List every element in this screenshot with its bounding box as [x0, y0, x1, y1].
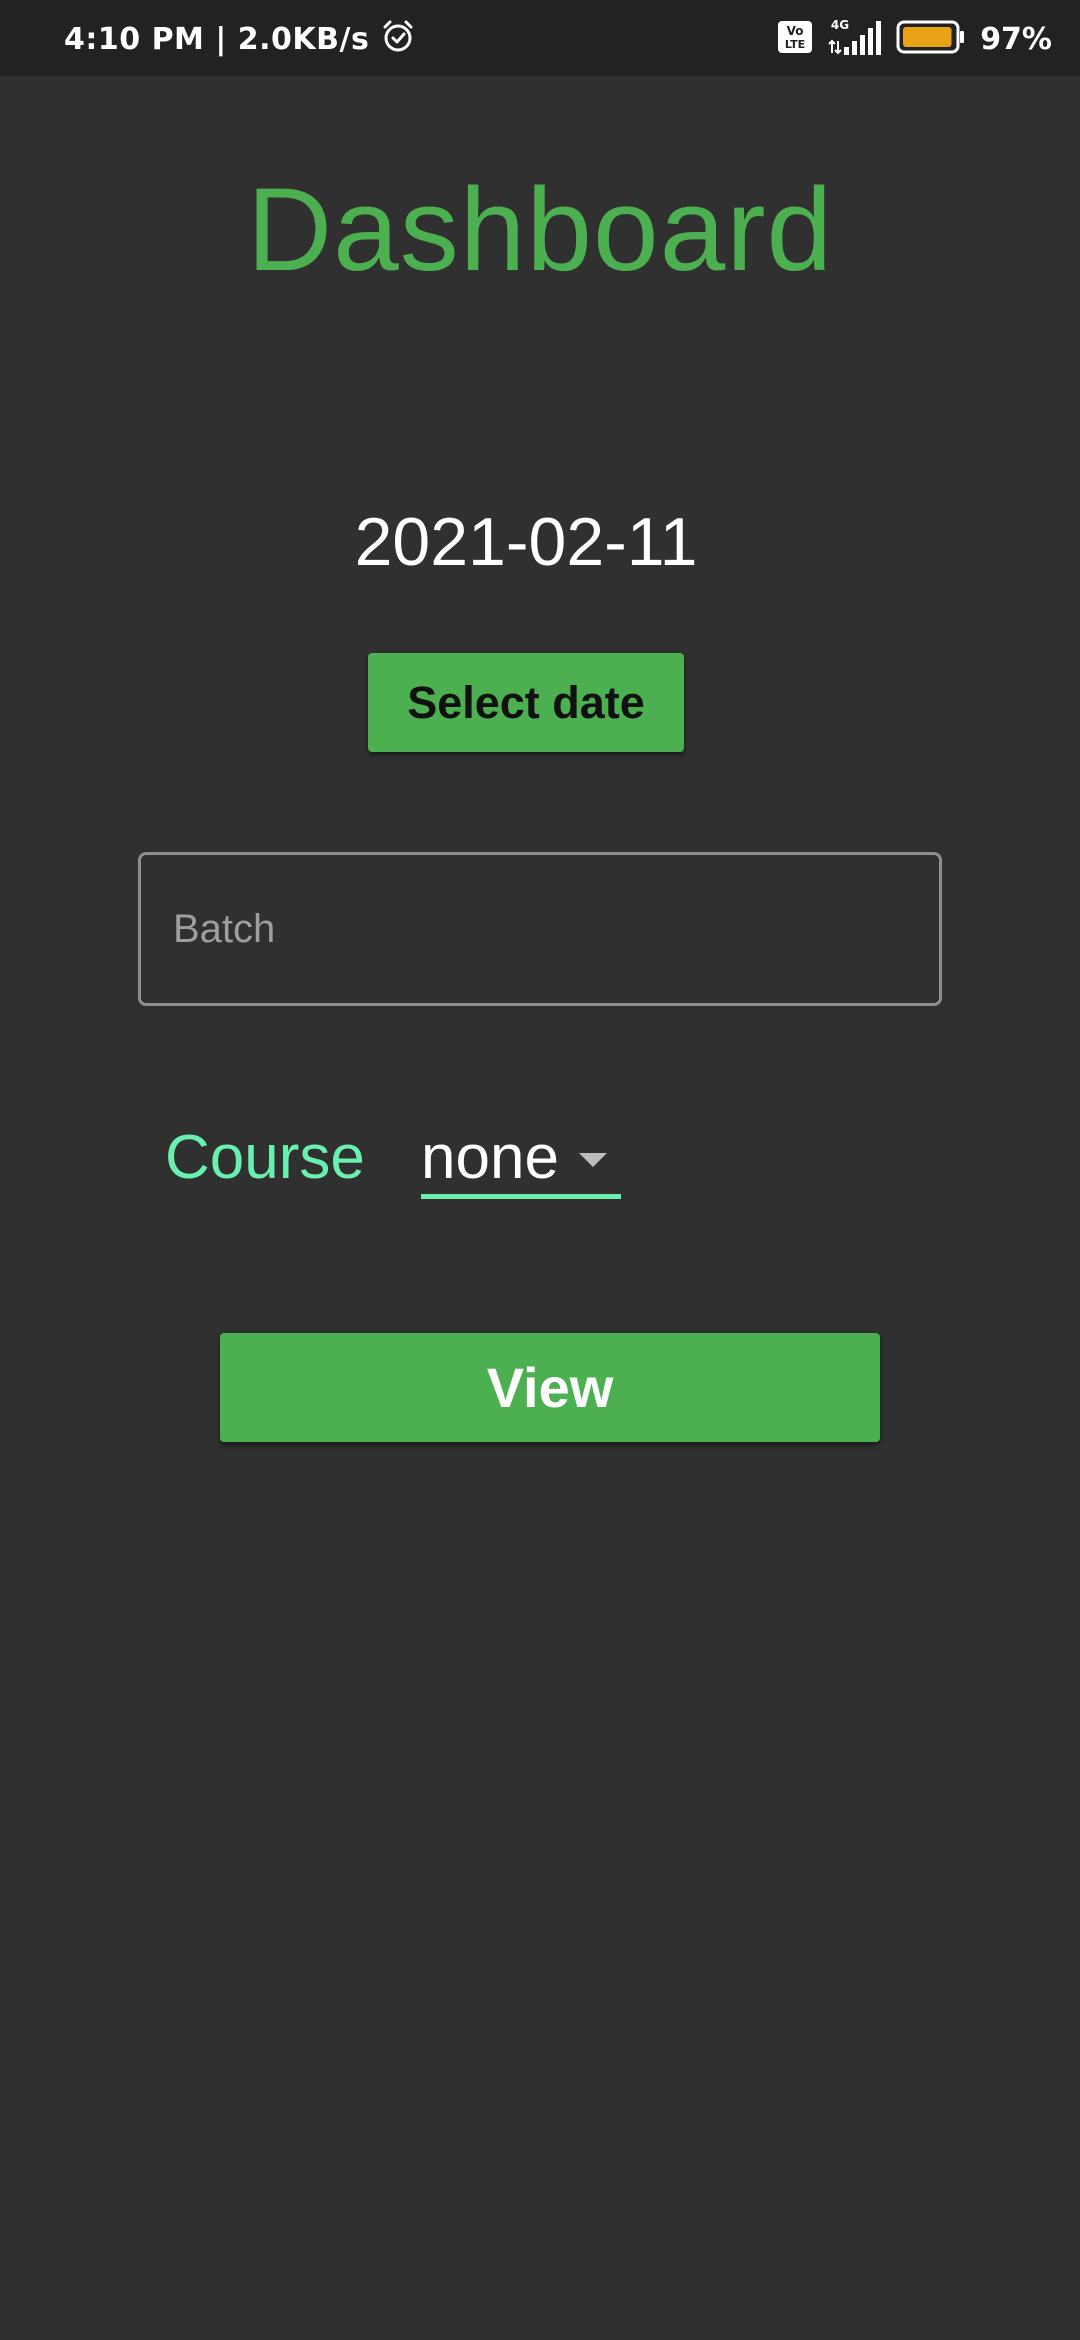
svg-text:LTE: LTE — [785, 38, 805, 51]
status-bar: 4:10 PM | 2.0KB/s Vo LTE 4G 97% — [0, 0, 1080, 76]
battery-percent: 97% — [980, 21, 1052, 57]
course-label: Course — [165, 1123, 365, 1192]
course-dropdown[interactable]: none — [421, 1118, 621, 1198]
dropdown-arrow-icon — [578, 1153, 607, 1167]
4g-signal-icon: 4G — [826, 18, 882, 60]
volte-lte-icon: Vo LTE — [778, 20, 813, 58]
batch-input[interactable] — [141, 855, 939, 1003]
view-button[interactable]: View — [220, 1333, 880, 1442]
battery-icon — [896, 20, 966, 59]
status-right: Vo LTE 4G 97% — [778, 18, 1052, 59]
svg-text:Vo: Vo — [787, 24, 804, 38]
status-time-speed: 4:10 PM | 2.0KB/s — [64, 21, 370, 57]
alarm-clock-icon — [381, 20, 415, 59]
page-title: Dashboard — [246, 164, 834, 296]
select-date-button[interactable]: Select date — [368, 653, 684, 752]
svg-text:4G: 4G — [831, 19, 849, 32]
selected-date: 2021-02-11 — [354, 504, 698, 580]
status-left: 4:10 PM | 2.0KB/s — [64, 20, 415, 59]
course-dropdown-value: none — [421, 1123, 559, 1192]
batch-field[interactable] — [138, 852, 942, 1006]
course-dropdown-underline — [421, 1194, 621, 1199]
